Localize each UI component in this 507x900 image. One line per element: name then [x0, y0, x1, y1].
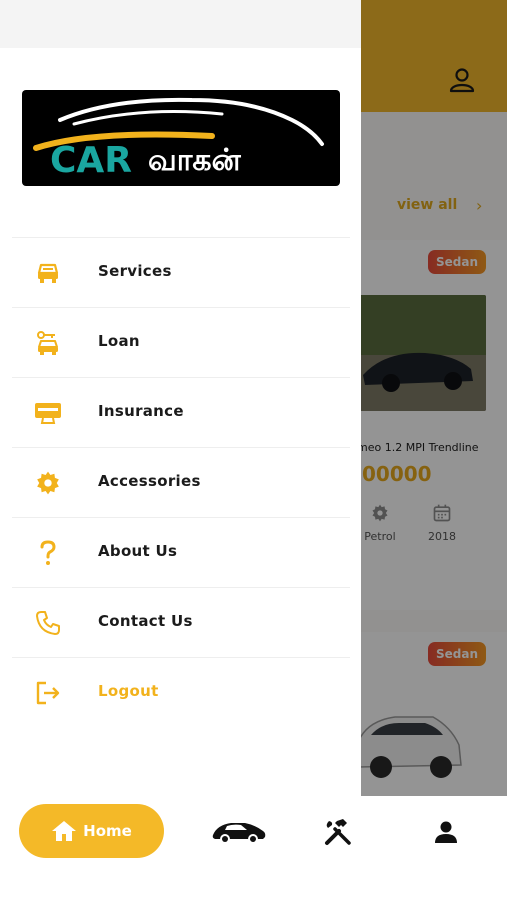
menu-item-label: Loan [98, 332, 140, 350]
menu-item-insurance[interactable]: Insurance [12, 378, 350, 448]
bottom-navigation-bar: Home [0, 796, 507, 900]
menu-item-label: Insurance [98, 402, 184, 420]
logo-text-latin: CAR [50, 140, 132, 181]
nav-services-button[interactable] [322, 812, 354, 852]
menu-item-loan[interactable]: Loan [12, 308, 350, 378]
menu-item-label: Logout [98, 682, 159, 700]
question-mark-icon [34, 540, 62, 566]
logo-text-tamil: வாகன் [148, 143, 242, 178]
nav-profile-button[interactable] [430, 812, 462, 852]
drawer-status-area [0, 0, 361, 48]
menu-item-about-us[interactable]: About Us [12, 518, 350, 588]
car-side-icon [212, 823, 266, 844]
menu-item-label: Contact Us [98, 612, 193, 630]
car-key-icon [34, 330, 62, 356]
nav-cars-button[interactable] [210, 812, 268, 852]
home-icon [52, 821, 77, 841]
menu-item-accessories[interactable]: Accessories [12, 448, 350, 518]
menu-item-label: About Us [98, 542, 178, 560]
user-icon [435, 821, 457, 843]
logout-icon [34, 680, 62, 706]
monitor-card-icon [34, 400, 62, 426]
nav-home-button[interactable]: Home [19, 804, 164, 858]
menu-item-label: Accessories [98, 472, 201, 490]
app-logo: CAR வாகன் [22, 90, 340, 186]
menu-item-logout[interactable]: Logout [12, 658, 350, 728]
gear-icon [34, 470, 62, 496]
menu-item-label: Services [98, 262, 172, 280]
menu-item-contact-us[interactable]: Contact Us [12, 588, 350, 658]
nav-home-label: Home [83, 822, 132, 840]
phone-icon [34, 610, 62, 636]
car-front-icon [34, 260, 62, 286]
navigation-drawer: CAR வாகன் Services Loan Insurance Access… [0, 0, 361, 796]
tools-icon [325, 819, 351, 845]
menu-item-services[interactable]: Services [12, 238, 350, 308]
